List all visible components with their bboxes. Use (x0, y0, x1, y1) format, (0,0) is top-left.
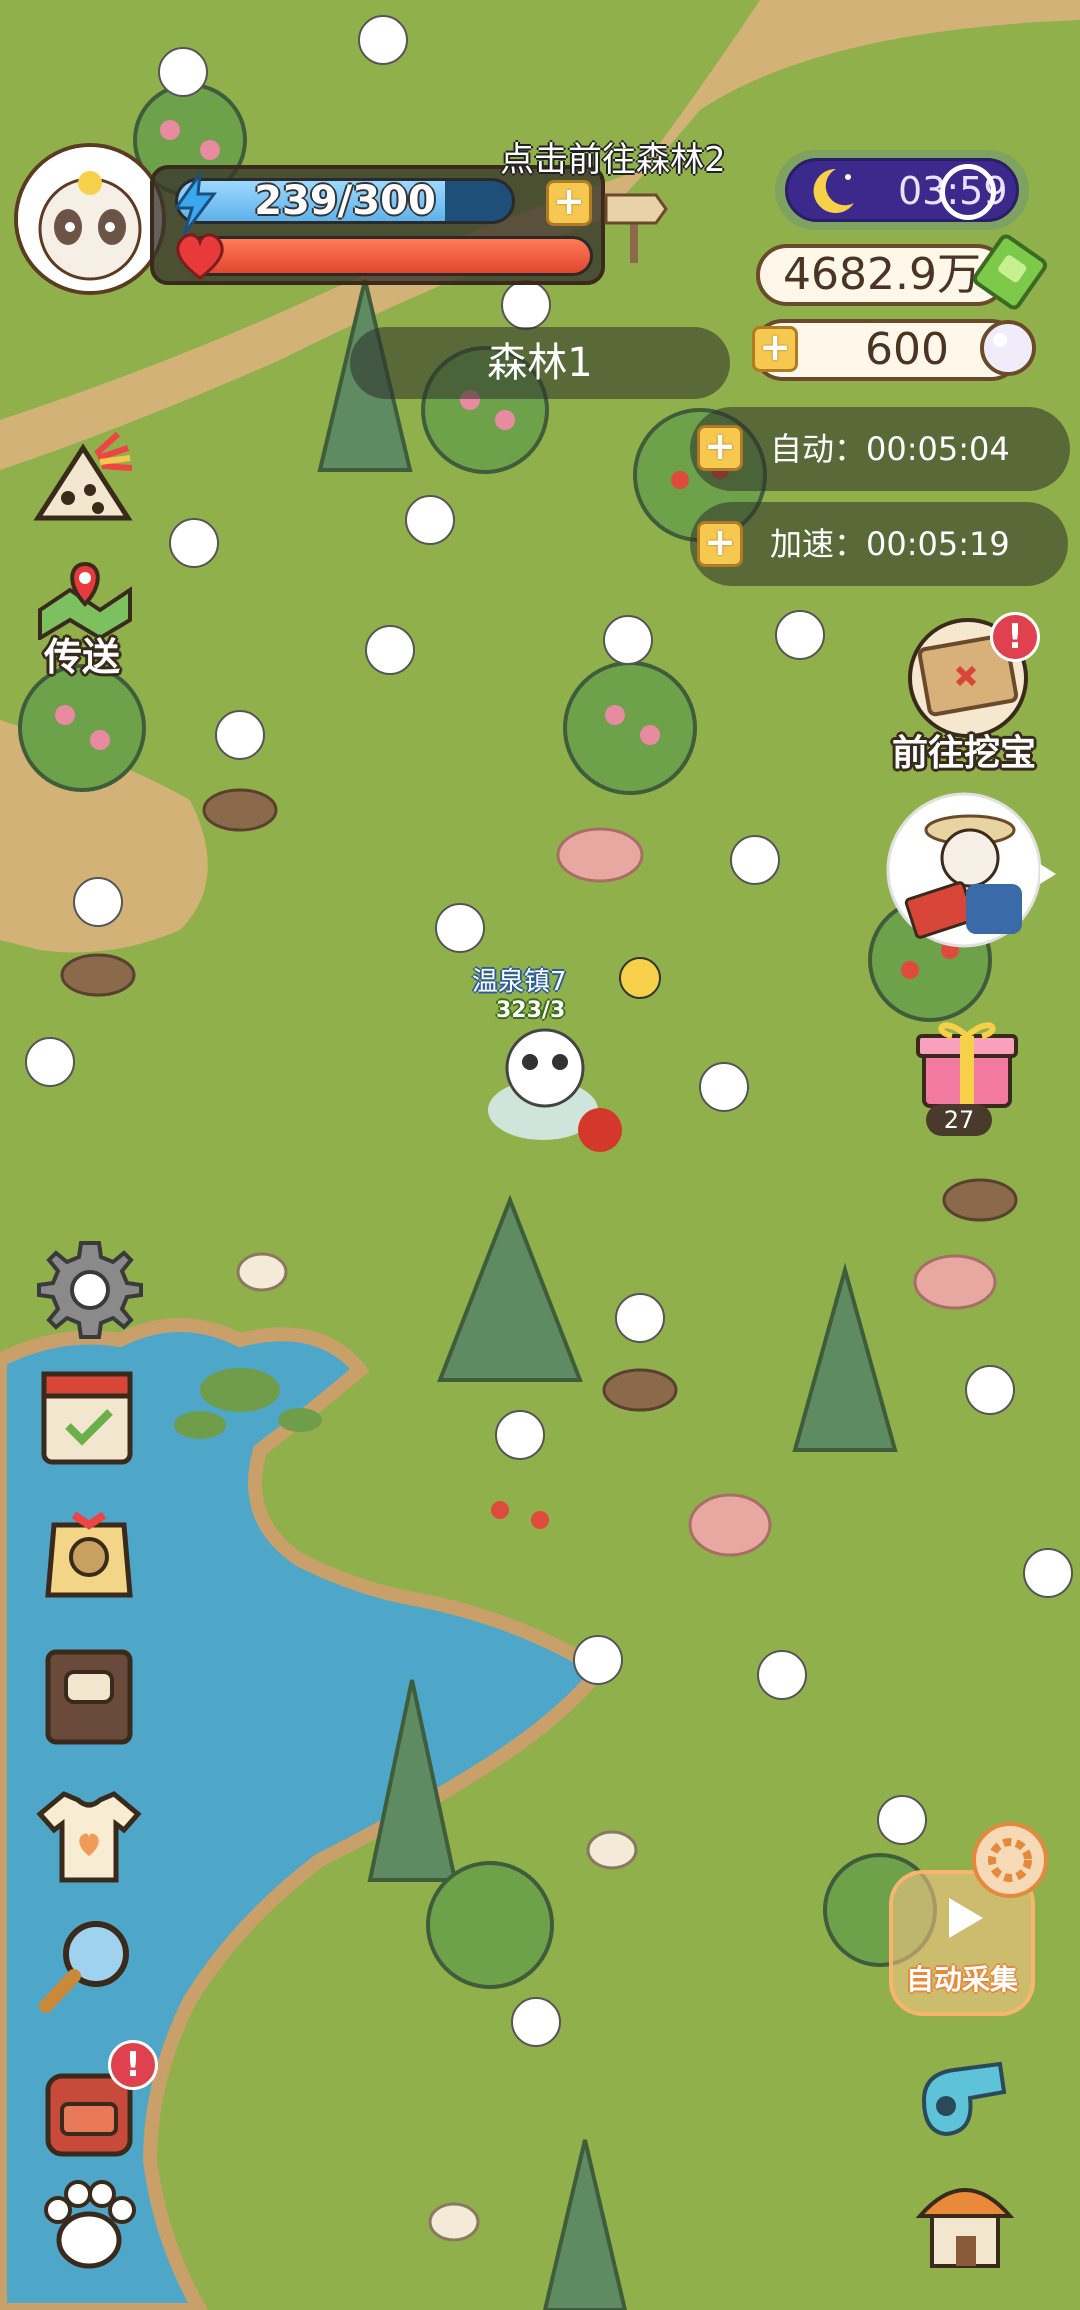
teleport-button[interactable]: 传送 (30, 560, 140, 680)
backpack-badge: ! (108, 2040, 158, 2090)
auto-collect-label: 自动采集 (905, 1963, 1018, 1996)
area-name-pill: 森林1 (350, 327, 730, 399)
energy-bar: 239/300 (175, 178, 515, 224)
speed-label: 加速： (770, 525, 867, 563)
cash-stack-icon[interactable] (970, 228, 1050, 312)
crescent-moon-icon (813, 168, 854, 213)
bag-tag-icon[interactable] (34, 1495, 144, 1605)
energy-plus-button[interactable]: + (546, 180, 592, 226)
settings-gear-icon[interactable] (35, 1235, 145, 1345)
auto-label: 自动： (770, 430, 867, 468)
player-name: 温泉镇7 (472, 967, 567, 997)
gift-box-icon[interactable] (912, 1010, 1022, 1110)
pearl-icon (980, 320, 1036, 376)
heart-icon (176, 233, 224, 280)
lightning-icon (173, 172, 217, 235)
panda-portrait-icon (18, 147, 162, 291)
treasure-badge: ! (990, 612, 1040, 662)
speed-plus-button[interactable]: + (697, 521, 743, 567)
auto-timer: 00:05:04 (866, 430, 1010, 468)
calendar-icon[interactable] (34, 1360, 144, 1470)
player-hp: 323/3 (496, 998, 566, 1023)
signpost-icon[interactable] (600, 185, 670, 265)
health-bar (183, 236, 593, 276)
npc-chat-icon[interactable] (880, 790, 1060, 950)
home-icon[interactable] (910, 2160, 1020, 2280)
energy-text: 239/300 (254, 178, 436, 224)
gift-count: 27 (926, 1104, 992, 1136)
teleport-label: 传送 (44, 635, 121, 679)
magnifier-icon[interactable] (34, 1910, 144, 2020)
speed-timer: 00:05:19 (866, 525, 1010, 563)
health-bar-fill (186, 239, 590, 273)
auto-timer-pill: 自动：00:05:04 (690, 407, 1070, 491)
player-avatar[interactable] (14, 143, 166, 295)
mountain-bag-icon[interactable] (28, 428, 138, 538)
whistle-icon[interactable] (910, 2040, 1020, 2150)
auto-plus-button[interactable]: + (697, 425, 743, 471)
tshirt-icon[interactable] (34, 1780, 144, 1890)
treasure-hunt-label: 前往挖宝 (892, 733, 1037, 774)
next-area-hint[interactable]: 点击前往森林2 (500, 132, 726, 181)
recipe-book-icon[interactable] (34, 1640, 144, 1750)
pearl-plus-button[interactable]: + (752, 326, 798, 372)
auto-collect-settings-icon[interactable] (970, 1820, 1050, 1900)
speed-timer-pill: 加速：00:05:19 (690, 502, 1068, 586)
paw-icon[interactable] (34, 2170, 144, 2280)
record-indicator-icon (940, 164, 996, 220)
